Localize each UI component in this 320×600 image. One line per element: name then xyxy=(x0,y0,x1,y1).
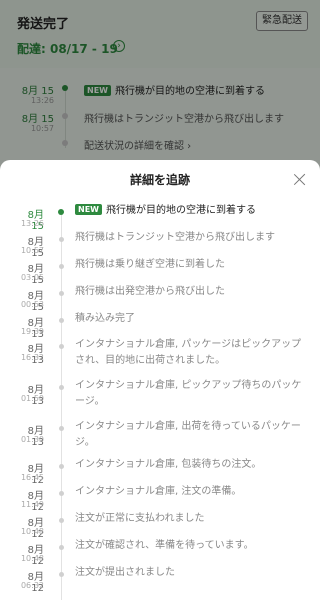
event-time: 16:32 xyxy=(20,353,44,362)
event-text: インタナショナル倉庫, 出荷を待っているパッケージ。 xyxy=(75,421,301,448)
timeline-dot-icon xyxy=(59,385,64,390)
event-time: 06:32 xyxy=(20,581,44,590)
event-time: 13:26 xyxy=(20,219,44,228)
event-text: 飛行機は出発空港から飛び出した xyxy=(75,286,225,297)
event-text: 注文が正常に支払われました xyxy=(75,513,205,524)
event-text: 積み込み完了 xyxy=(75,313,135,324)
event-text: NEW 飛行機が目的地の空港に到着する xyxy=(75,203,311,219)
timeline-dot-icon xyxy=(59,344,64,349)
event-time: 00:53 xyxy=(20,300,44,309)
event-time: 10:57 xyxy=(20,246,44,255)
event-time: 01:50 xyxy=(20,394,44,403)
timeline-line xyxy=(61,213,62,600)
new-badge: NEW xyxy=(75,204,102,215)
timeline-dot-icon xyxy=(59,572,64,577)
timeline-dot-icon xyxy=(59,318,64,323)
sheet-title: 詳細を追跡 xyxy=(129,173,190,187)
event-text: インタナショナル倉庫, ピックアップ待ちのパッケージ。 xyxy=(75,380,302,407)
timeline-dot-icon xyxy=(58,209,64,215)
event-time: 19:39 xyxy=(20,327,44,336)
timeline-dot-icon xyxy=(59,237,64,242)
timeline-dot-icon xyxy=(59,491,64,496)
event-time: 01:30 xyxy=(20,435,44,444)
timeline-dot-icon xyxy=(59,291,64,296)
timeline-dot-icon xyxy=(59,518,64,523)
event-text: インタナショナル倉庫, 注文の準備。 xyxy=(75,486,242,497)
event-text: 注文が提出されました xyxy=(75,567,175,578)
event-time: 11:49 xyxy=(20,500,44,509)
event-text: インタナショナル倉庫, 包装待ちの注文。 xyxy=(75,459,262,470)
close-icon[interactable] xyxy=(292,172,308,188)
event-text: 注文が確認され、準備を待っています。 xyxy=(75,540,254,551)
timeline-dot-icon xyxy=(59,426,64,431)
tracking-detail-sheet: 詳細を追跡 8月 15 13:26 NEW 飛行機が目的地の空港に到着する 8月 15 1… xyxy=(0,160,320,600)
event-time: 10:48 xyxy=(20,527,44,536)
timeline-dot-icon xyxy=(59,464,64,469)
timeline-dot-icon xyxy=(59,545,64,550)
event-time: 03:05 xyxy=(20,273,44,282)
timeline-dot-icon xyxy=(59,264,64,269)
event-time: 10:48 xyxy=(20,554,44,563)
event-text: 飛行機はトランジット空港から飛び出します xyxy=(75,232,275,243)
event-text: 飛行機は乗り継ぎ空港に到着した xyxy=(75,259,225,270)
event-time: 16:45 xyxy=(20,473,44,482)
event-text: インタナショナル倉庫, パッケージはピックアップされ、目的地に出荷されました。 xyxy=(75,339,302,366)
